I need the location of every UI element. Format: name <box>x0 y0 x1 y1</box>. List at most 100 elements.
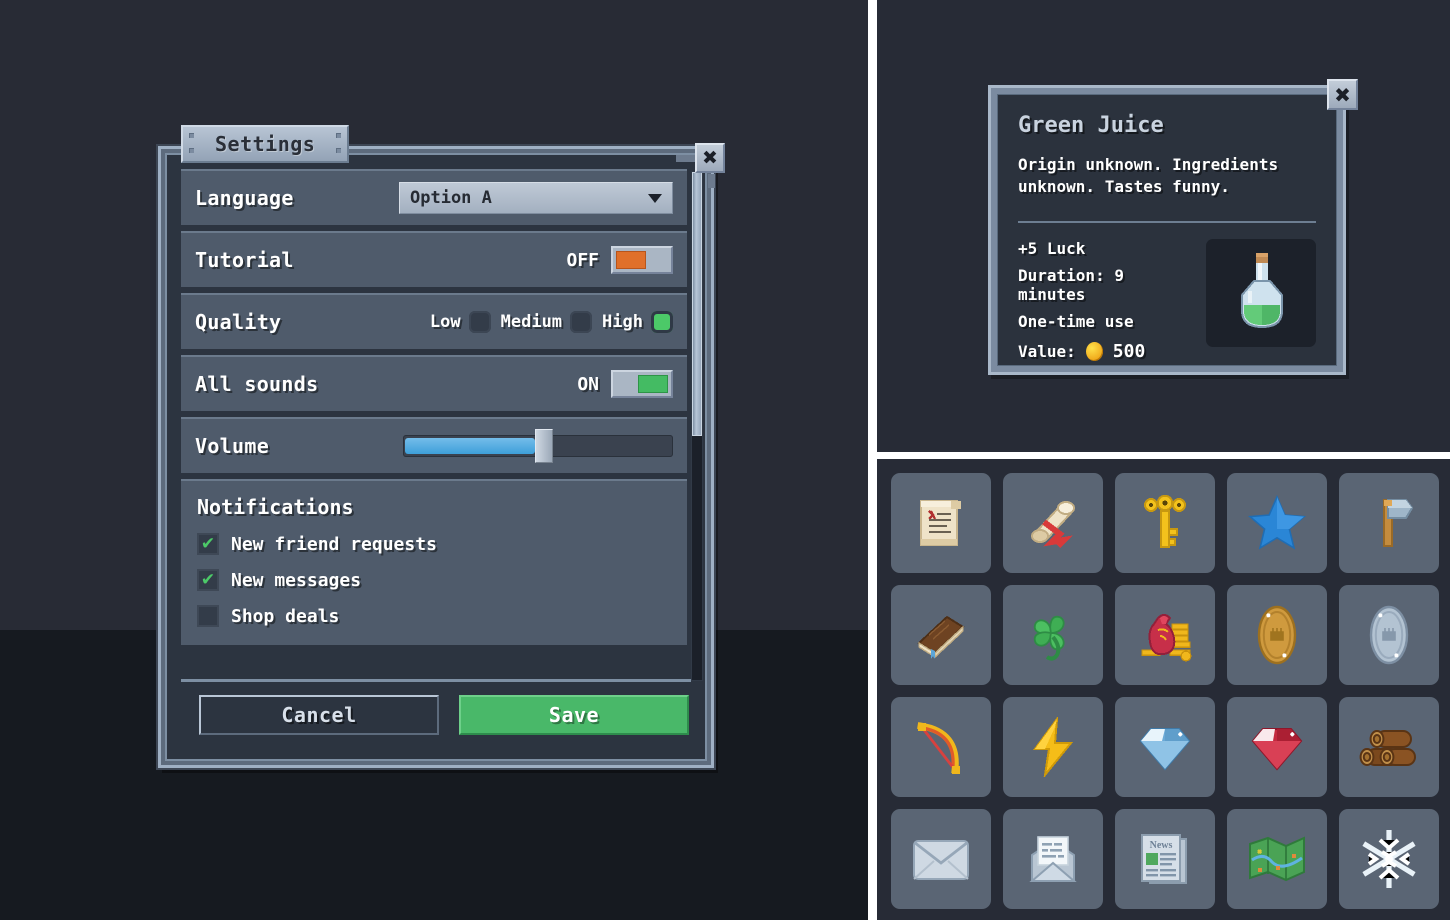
inventory-cell-gold-coin[interactable] <box>1227 585 1327 685</box>
setting-label-tutorial: Tutorial <box>195 248 294 272</box>
checkbox-checked-icon[interactable]: ✔ <box>197 533 219 555</box>
item-stat-usage: One-time use <box>1018 311 1134 331</box>
item-stats-list: +5 Luck Duration: 9 minutes One-time use… <box>1018 239 1192 362</box>
setting-row-quality: Quality Low Medium High <box>181 293 687 349</box>
all-sounds-toggle[interactable] <box>611 370 673 398</box>
gold-key-icon <box>1144 494 1186 548</box>
open-letter-icon <box>1029 836 1077 882</box>
titlebar-screws-right <box>336 133 342 153</box>
checkbox-row-new-friend-requests[interactable]: ✔ New friend requests <box>197 533 671 555</box>
wood-logs-icon <box>1359 730 1416 766</box>
screw-icon <box>336 133 342 138</box>
settings-dialog-titlebar: Settings <box>181 125 350 163</box>
radio-selected-icon[interactable] <box>651 311 673 333</box>
gold-coin-icon <box>1257 605 1297 665</box>
item-description: Origin unknown. Ingredients unknown. Tas… <box>1018 155 1279 197</box>
closed-envelope-icon <box>913 840 969 880</box>
checkbox-checked-icon[interactable]: ✔ <box>197 569 219 591</box>
quality-option-low[interactable]: Low <box>430 311 491 333</box>
settings-scrollbar-thumb[interactable] <box>692 172 702 437</box>
inventory-cell-snowflake[interactable] <box>1339 809 1439 909</box>
item-title: Green Juice <box>1018 113 1164 138</box>
inventory-cell-newspaper[interactable]: News <box>1115 809 1215 909</box>
radio-icon[interactable] <box>570 311 593 333</box>
item-tooltip-panel-background: Green Juice Origin unknown. Ingredients … <box>877 0 1450 452</box>
page-title: Settings <box>215 132 316 156</box>
checkbox-label-shop-deals: Shop deals <box>231 605 340 627</box>
toggle-knob <box>638 375 668 393</box>
save-button[interactable]: Save <box>459 694 689 735</box>
item-stat-duration: Duration: 9 minutes <box>1018 265 1124 304</box>
check-tick-icon: ✔ <box>200 533 216 554</box>
settings-scrollbar-track[interactable] <box>691 171 703 681</box>
item-value-amount: 500 <box>1112 340 1146 362</box>
checkbox-unchecked-icon[interactable] <box>197 605 219 627</box>
inventory-cell-open-letter[interactable] <box>1003 809 1103 909</box>
checkbox-label-new-messages: New messages <box>231 569 362 591</box>
inventory-cell-red-gem[interactable] <box>1227 697 1327 797</box>
close-button-stem <box>708 174 715 188</box>
close-x-icon: ✖ <box>1334 82 1351 107</box>
inventory-cell-bow[interactable] <box>891 697 991 797</box>
inventory-cell-rolled-scroll[interactable] <box>1003 473 1103 573</box>
folded-map-icon <box>1249 836 1305 882</box>
inventory-cell-four-leaf-clover[interactable] <box>1003 585 1103 685</box>
scroll-paper-icon <box>920 500 961 546</box>
tooltip-close-button[interactable]: ✖ <box>1327 79 1358 110</box>
inventory-cell-folded-map[interactable] <box>1227 809 1327 909</box>
inventory-cell-money-bag[interactable] <box>1115 585 1215 685</box>
volume-slider-handle[interactable] <box>535 429 553 463</box>
checkbox-label-new-friend-requests: New friend requests <box>231 533 437 555</box>
screw-icon <box>189 148 194 153</box>
chevron-down-icon <box>648 193 662 203</box>
inventory-cell-wood-logs[interactable] <box>1339 697 1439 797</box>
settings-close-button[interactable]: ✖ <box>695 143 725 188</box>
rolled-scroll-icon <box>1031 501 1075 549</box>
notifications-title: Notifications <box>197 495 354 519</box>
setting-row-language: Language Option A <box>181 169 687 225</box>
quality-option-high-label: High <box>602 312 643 332</box>
inventory-cell-scroll-paper[interactable] <box>891 473 991 573</box>
language-dropdown-value: Option A <box>410 188 492 208</box>
radio-icon[interactable] <box>468 311 491 333</box>
cancel-button[interactable]: Cancel <box>199 694 439 735</box>
game-scene-background: Settings Language Option A Tutorial OFF … <box>0 0 868 920</box>
screw-icon <box>189 133 194 138</box>
four-leaf-clover-icon <box>1033 615 1065 661</box>
inventory-cell-book[interactable] <box>891 585 991 685</box>
setting-row-all-sounds: All sounds ON <box>181 355 687 411</box>
item-tooltip-body: Green Juice Origin unknown. Ingredients … <box>997 94 1337 366</box>
bow-icon <box>917 722 960 774</box>
setting-row-tutorial: Tutorial OFF <box>181 231 687 287</box>
lightning-bolt-icon <box>1033 717 1074 777</box>
silver-coin-icon <box>1369 605 1409 665</box>
settings-dialog-footer: Cancel Save <box>181 679 691 747</box>
check-tick-icon: ✔ <box>200 569 216 590</box>
volume-slider[interactable] <box>403 429 673 463</box>
axe-icon <box>1383 499 1414 547</box>
setting-row-volume: Volume <box>181 417 687 473</box>
item-value-row: Value: 500 <box>1018 341 1192 362</box>
checkbox-row-new-messages[interactable]: ✔ New messages <box>197 569 671 591</box>
tutorial-toggle[interactable] <box>611 246 673 274</box>
inventory-cell-gold-key[interactable] <box>1115 473 1215 573</box>
quality-option-high[interactable]: High <box>602 311 673 333</box>
inventory-grid: News <box>891 473 1439 909</box>
inventory-cell-lightning-bolt[interactable] <box>1003 697 1103 797</box>
blue-star-icon <box>1248 495 1306 550</box>
inventory-cell-blue-diamond[interactable] <box>1115 697 1215 797</box>
screw-icon <box>336 148 342 153</box>
inventory-cell-axe[interactable] <box>1339 473 1439 573</box>
item-thumbnail <box>1206 238 1316 347</box>
settings-dialog: Settings Language Option A Tutorial OFF … <box>158 125 714 768</box>
quality-option-medium[interactable]: Medium <box>501 311 593 333</box>
red-gem-icon <box>1251 728 1303 771</box>
checkbox-row-shop-deals[interactable]: Shop deals <box>197 605 671 627</box>
inventory-cell-closed-envelope[interactable] <box>891 809 991 909</box>
settings-scroll-area: Language Option A Tutorial OFF Quality L… <box>181 169 687 683</box>
language-dropdown[interactable]: Option A <box>399 182 673 214</box>
green-potion-flask-icon <box>1241 252 1283 328</box>
inventory-cell-silver-coin[interactable] <box>1339 585 1439 685</box>
inventory-cell-blue-star[interactable] <box>1227 473 1327 573</box>
volume-slider-fill <box>405 438 535 454</box>
